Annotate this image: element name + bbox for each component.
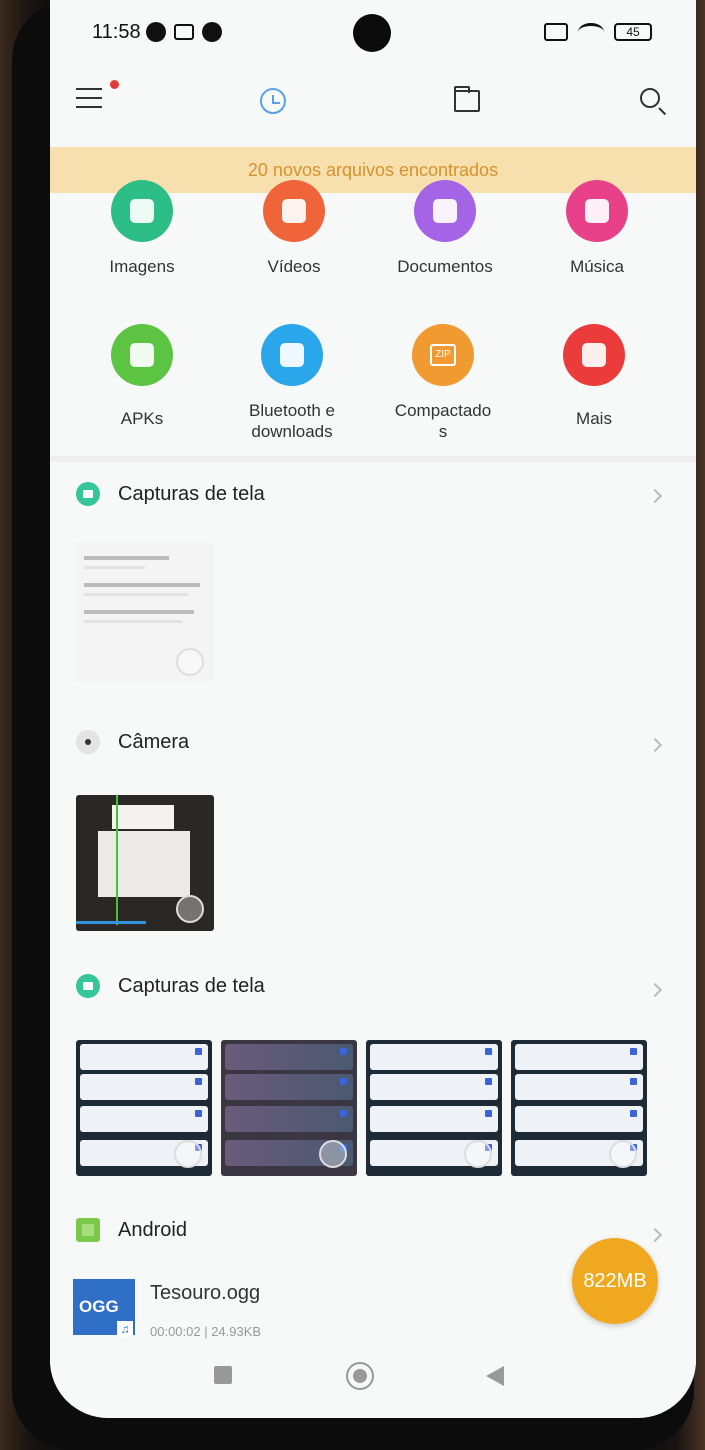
screenshot-folder-icon xyxy=(76,974,100,998)
notification-dot xyxy=(110,80,119,89)
category-compressed[interactable]: ZIP Compactado s xyxy=(373,324,513,442)
search-icon[interactable] xyxy=(640,88,660,108)
category-label: Compactado s xyxy=(394,401,492,441)
menu-icon[interactable] xyxy=(76,88,102,110)
notification-icons xyxy=(146,22,222,42)
category-label: Mais xyxy=(576,409,612,428)
category-label: Vídeos xyxy=(267,257,321,276)
music-icon xyxy=(566,180,628,242)
sim-icon xyxy=(544,23,568,41)
category-bluetooth-downloads[interactable]: Bluetooth e downloads xyxy=(222,324,362,442)
section-title: Capturas de tela xyxy=(118,482,265,505)
section-title: Câmera xyxy=(118,730,190,753)
zip-glyph: ZIP xyxy=(430,344,456,366)
chevron-right-icon[interactable] xyxy=(647,1227,663,1243)
back-button[interactable] xyxy=(486,1366,504,1386)
recents-button[interactable] xyxy=(214,1366,232,1384)
category-images[interactable]: Imagens xyxy=(72,180,212,277)
select-circle[interactable] xyxy=(464,1140,492,1168)
section-title: Android xyxy=(118,1218,187,1241)
category-label: Bluetooth e downloads xyxy=(248,401,335,441)
home-button[interactable] xyxy=(346,1362,374,1390)
category-label: Música xyxy=(570,257,624,276)
chevron-right-icon[interactable] xyxy=(647,737,663,753)
section-header-screenshots-2[interactable]: Capturas de tela xyxy=(76,974,265,998)
recent-icon[interactable] xyxy=(260,88,286,114)
screenshot-thumbnail[interactable] xyxy=(366,1040,502,1176)
chevron-right-icon[interactable] xyxy=(647,488,663,504)
bluetooth-download-icon xyxy=(261,324,323,386)
status-time: 11:58 xyxy=(92,21,141,43)
front-camera xyxy=(353,14,391,52)
section-title: Capturas de tela xyxy=(118,974,265,997)
camera-folder-icon xyxy=(76,730,100,754)
zip-icon: ZIP xyxy=(412,324,474,386)
category-label: Documentos xyxy=(397,257,493,276)
app-toolbar xyxy=(50,72,696,128)
screenshot-thumbnail[interactable] xyxy=(76,1040,212,1176)
screen: 11:58 45 20 novos arquivos encontrados I… xyxy=(50,0,696,1418)
gmail-icon xyxy=(174,24,194,40)
file-name[interactable]: Tesouro.ogg xyxy=(150,1282,260,1305)
category-documents[interactable]: Documentos xyxy=(375,180,515,277)
system-status-icons: 45 xyxy=(544,23,652,41)
chevron-right-icon[interactable] xyxy=(647,982,663,998)
image-icon xyxy=(111,180,173,242)
navigation-bar xyxy=(50,1346,696,1406)
section-header-android[interactable]: Android xyxy=(76,1218,187,1242)
screenshot-thumbnail[interactable] xyxy=(221,1040,357,1176)
ogg-file-icon: OGG xyxy=(73,1279,135,1337)
app-notification-icon xyxy=(146,22,166,42)
android-icon xyxy=(111,324,173,386)
category-videos[interactable]: Vídeos xyxy=(224,180,364,277)
divider xyxy=(50,456,696,462)
wifi-icon xyxy=(578,23,604,41)
select-circle[interactable] xyxy=(609,1140,637,1168)
grid-icon xyxy=(563,324,625,386)
video-icon xyxy=(263,180,325,242)
check-badge-icon xyxy=(202,22,222,42)
category-label: APKs xyxy=(120,409,164,428)
category-music[interactable]: Música xyxy=(527,180,667,277)
folder-icon[interactable] xyxy=(454,86,480,112)
battery-icon: 45 xyxy=(614,23,652,41)
screenshot-folder-icon xyxy=(76,482,100,506)
select-circle[interactable] xyxy=(319,1140,347,1168)
android-folder-icon xyxy=(76,1218,100,1242)
file-meta: 00:00:02 | 24.93KB xyxy=(150,1324,262,1339)
document-icon xyxy=(414,180,476,242)
category-apks[interactable]: APKs xyxy=(72,324,212,429)
section-header-camera[interactable]: Câmera xyxy=(76,730,189,754)
category-more[interactable]: Mais xyxy=(524,324,664,429)
section-header-screenshots[interactable]: Capturas de tela xyxy=(76,482,265,506)
storage-cleanup-button[interactable]: 822MB xyxy=(572,1238,658,1324)
camera-thumbnail[interactable] xyxy=(76,795,214,931)
screenshot-thumbnail[interactable] xyxy=(76,542,214,682)
select-circle[interactable] xyxy=(176,895,204,923)
select-circle[interactable] xyxy=(176,648,204,676)
phone-frame: 11:58 45 20 novos arquivos encontrados I… xyxy=(12,0,696,1450)
screenshot-thumbnail[interactable] xyxy=(511,1040,647,1176)
select-circle[interactable] xyxy=(174,1140,202,1168)
category-label: Imagens xyxy=(109,257,175,276)
status-bar: 11:58 45 xyxy=(50,0,696,62)
